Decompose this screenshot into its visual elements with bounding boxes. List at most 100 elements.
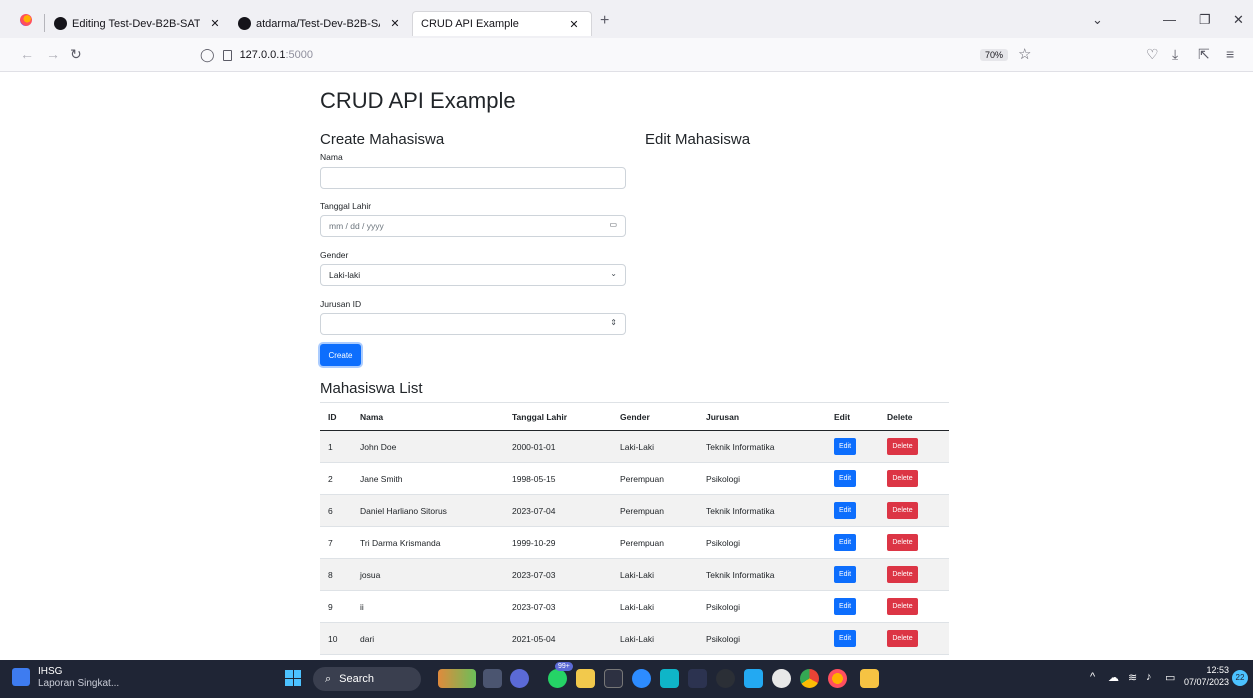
tab-close-icon[interactable]: ✕ xyxy=(386,17,404,30)
chevron-down-icon: ⌄ xyxy=(610,269,617,278)
close-window-icon[interactable]: ✕ xyxy=(1233,12,1244,28)
cell-tanggal-lahir: 1999-10-29 xyxy=(504,526,612,559)
tab-atdarma-repo[interactable]: atdarma/Test-Dev-B2B-SAT ✕ xyxy=(238,11,404,36)
volume-icon[interactable]: ♪ xyxy=(1146,671,1152,683)
cell-jurusan: Psikologi xyxy=(698,590,826,623)
edit-button[interactable]: Edit xyxy=(834,502,856,519)
onedrive-icon[interactable]: ☁ xyxy=(1108,671,1119,684)
tanggal-lahir-input[interactable]: mm / dd / yyyy ▭ xyxy=(320,215,626,237)
github-icon xyxy=(238,17,251,30)
bookmark-star-icon[interactable]: ☆ xyxy=(1018,45,1031,63)
delete-button[interactable]: Delete xyxy=(887,630,918,647)
delete-button[interactable]: Delete xyxy=(887,598,918,615)
cell-nama: dari xyxy=(352,622,504,655)
app-menu-icon[interactable]: ≡ xyxy=(1226,46,1234,62)
reload-icon[interactable]: ↻ xyxy=(70,46,82,63)
col-header-nama: Nama xyxy=(352,402,504,431)
table-row: 7 Tri Darma Krismanda 1999-10-29 Perempu… xyxy=(320,526,949,559)
taskbar-search[interactable]: ⌕ Search xyxy=(313,667,421,691)
list-all-tabs-icon[interactable]: ⌄ xyxy=(1092,12,1103,28)
tanggal-lahir-label: Tanggal Lahir xyxy=(320,201,372,211)
system-clock[interactable]: 12:53 07/07/2023 xyxy=(1184,664,1229,688)
gender-select[interactable]: Laki-laki ⌄ xyxy=(320,264,626,286)
cell-tanggal-lahir: 2000-01-01 xyxy=(504,430,612,463)
edit-button[interactable]: Edit xyxy=(834,566,856,583)
create-button[interactable]: Create xyxy=(320,344,361,366)
firefox-menu-icon[interactable] xyxy=(20,14,32,26)
cell-jurusan: Psikologi xyxy=(698,462,826,495)
cell-gender: Perempuan xyxy=(612,526,698,559)
edit-button[interactable]: Edit xyxy=(834,598,856,615)
firefox-taskbar-icon[interactable] xyxy=(828,669,847,688)
show-hidden-icons-icon[interactable]: ^ xyxy=(1090,671,1095,683)
cell-id: 1 xyxy=(320,430,352,463)
cell-id: 6 xyxy=(320,494,352,527)
tab-editing-readme[interactable]: Editing Test-Dev-B2B-SAT/REA ✕ xyxy=(54,11,224,36)
folder-icon[interactable] xyxy=(860,669,879,688)
browser-nav-bar: ← → ↻ ◯ 127.0.0.1:5000 70% ☆ ♡ ⤓ ⇱ ≡ xyxy=(0,38,1253,72)
cell-jurusan: Psikologi xyxy=(698,526,826,559)
notion-icon[interactable] xyxy=(604,669,623,688)
news-widget[interactable]: IHSG Laporan Singkat... xyxy=(38,666,119,690)
cell-edit: Edit xyxy=(826,494,879,527)
edit-button[interactable]: Edit xyxy=(834,470,856,487)
chrome-icon[interactable] xyxy=(800,669,819,688)
number-spinner-icon[interactable]: ⇕ xyxy=(610,318,617,327)
news-widget-icon[interactable] xyxy=(12,668,30,686)
copilot-icon[interactable] xyxy=(688,669,707,688)
restore-icon[interactable]: ❐ xyxy=(1199,12,1211,28)
delete-button[interactable]: Delete xyxy=(887,438,918,455)
tab-close-icon[interactable]: ✕ xyxy=(206,17,224,30)
windows-start-icon[interactable] xyxy=(285,670,301,686)
cell-edit: Edit xyxy=(826,462,879,495)
tracking-protection-icon[interactable]: ◯ xyxy=(200,47,215,63)
zoom-level[interactable]: 70% xyxy=(980,49,1009,61)
table-row: 10 dari 2021-05-04 Laki-Laki Psikologi E… xyxy=(320,622,949,655)
cell-jurusan: Teknik Informatika xyxy=(698,494,826,527)
edit-heading: Edit Mahasiswa xyxy=(645,131,751,148)
edit-button[interactable]: Edit xyxy=(834,630,856,647)
nama-input[interactable] xyxy=(320,167,626,189)
wifi-icon[interactable]: ≋ xyxy=(1128,671,1137,684)
mail-icon[interactable] xyxy=(660,669,679,688)
nama-label: Nama xyxy=(320,152,343,162)
tab-crud-api-example[interactable]: CRUD API Example ✕ xyxy=(412,11,592,36)
forward-icon[interactable]: → xyxy=(46,46,60,62)
minimize-icon[interactable]: — xyxy=(1163,12,1176,27)
teams-chat-icon[interactable] xyxy=(510,669,529,688)
jurusan-id-label: Jurusan ID xyxy=(320,299,362,309)
col-header-id: ID xyxy=(320,402,352,431)
new-tab-icon[interactable]: + xyxy=(600,12,609,30)
cell-gender: Laki-Laki xyxy=(612,590,698,623)
task-view-icon[interactable] xyxy=(483,669,502,688)
delete-button[interactable]: Delete xyxy=(887,502,918,519)
jurusan-id-input[interactable]: ⇕ xyxy=(320,313,626,335)
cell-tanggal-lahir: 2023-07-04 xyxy=(504,494,612,527)
cell-gender: Laki-Laki xyxy=(612,430,698,463)
edit-button[interactable]: Edit xyxy=(834,534,856,551)
downloads-icon[interactable]: ⤓ xyxy=(1172,46,1178,63)
notification-badge[interactable]: 22 xyxy=(1232,670,1248,686)
edit-button[interactable]: Edit xyxy=(834,438,856,455)
pocket-icon[interactable]: ♡ xyxy=(1146,46,1159,63)
delete-button[interactable]: Delete xyxy=(887,534,918,551)
tab-close-icon[interactable]: ✕ xyxy=(565,18,583,31)
vscode-icon[interactable] xyxy=(744,669,763,688)
whatsapp-icon[interactable] xyxy=(548,669,567,688)
page-info-icon[interactable] xyxy=(222,49,232,61)
delete-button[interactable]: Delete xyxy=(887,566,918,583)
clock-time: 12:53 xyxy=(1206,665,1229,675)
address-bar[interactable]: ◯ 127.0.0.1:5000 xyxy=(200,43,1040,67)
widgets-icon[interactable] xyxy=(438,669,476,688)
file-explorer-icon[interactable] xyxy=(576,669,595,688)
table-row: 2 Jane Smith 1998-05-15 Perempuan Psikol… xyxy=(320,462,949,495)
chatgpt-icon[interactable] xyxy=(772,669,791,688)
zoom-icon[interactable] xyxy=(632,669,651,688)
back-icon[interactable]: ← xyxy=(20,46,34,62)
delete-button[interactable]: Delete xyxy=(887,470,918,487)
github-desktop-icon[interactable] xyxy=(716,669,735,688)
cell-gender: Laki-Laki xyxy=(612,622,698,655)
tab-separator xyxy=(44,14,45,32)
extensions-icon[interactable]: ⇱ xyxy=(1198,46,1210,63)
calendar-icon[interactable]: ▭ xyxy=(609,220,617,229)
